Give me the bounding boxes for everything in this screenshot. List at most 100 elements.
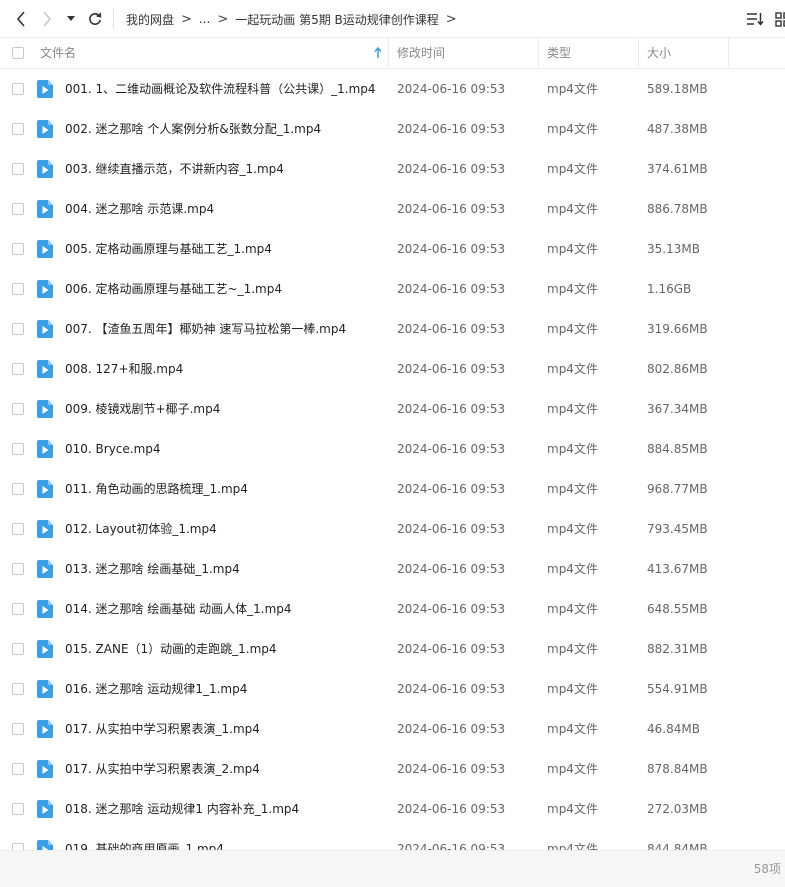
file-name[interactable]: 016. 迷之那啥 运动规律1_1.mp4 bbox=[65, 669, 247, 709]
breadcrumb-item-root[interactable]: 我的网盘 bbox=[126, 11, 174, 28]
breadcrumb-separator-icon: > bbox=[217, 11, 229, 27]
row-checkbox[interactable] bbox=[12, 763, 24, 775]
table-row[interactable]: 002. 迷之那啥 个人案例分析&张数分配_1.mp4 2024-06-16 09… bbox=[0, 109, 785, 149]
sort-ascending-icon[interactable] bbox=[374, 47, 382, 59]
column-header-name[interactable]: 文件名 bbox=[40, 38, 76, 68]
column-divider[interactable] bbox=[728, 38, 729, 68]
view-mode-button[interactable] bbox=[775, 11, 785, 30]
file-name[interactable]: 015. ZANE（1）动画的走跑跳_1.mp4 bbox=[65, 629, 277, 669]
forward-button[interactable] bbox=[37, 8, 57, 30]
file-size: 589.18MB bbox=[647, 82, 708, 96]
file-name[interactable]: 018. 迷之那啥 运动规律1 内容补充_1.mp4 bbox=[65, 789, 299, 829]
table-row[interactable]: 005. 定格动画原理与基础工艺_1.mp4 2024-06-16 09:53 mp… bbox=[0, 229, 785, 269]
file-type: mp4文件 bbox=[547, 282, 598, 296]
row-checkbox[interactable] bbox=[12, 683, 24, 695]
row-checkbox[interactable] bbox=[12, 163, 24, 175]
row-checkbox[interactable] bbox=[12, 563, 24, 575]
table-row[interactable]: 018. 迷之那啥 运动规律1 内容补充_1.mp4 2024-06-16 09:… bbox=[0, 789, 785, 829]
column-header-time[interactable]: 修改时间 bbox=[397, 38, 445, 68]
video-file-icon bbox=[37, 120, 53, 138]
table-row[interactable]: 007. 【渣鱼五周年】椰奶神 速写马拉松第一棒.mp4 2024-06-16 0… bbox=[0, 309, 785, 349]
file-name[interactable]: 006. 定格动画原理与基础工艺~_1.mp4 bbox=[65, 269, 282, 309]
row-checkbox[interactable] bbox=[12, 243, 24, 255]
row-checkbox[interactable] bbox=[12, 363, 24, 375]
table-row[interactable]: 010. Bryce.mp4 2024-06-16 09:53 mp4文件 884.8… bbox=[0, 429, 785, 469]
refresh-button[interactable] bbox=[85, 8, 105, 30]
table-row[interactable]: 012. Layout初体验_1.mp4 2024-06-16 09:53 mp4文… bbox=[0, 509, 785, 549]
file-name[interactable]: 002. 迷之那啥 个人案例分析&张数分配_1.mp4 bbox=[65, 109, 321, 149]
toolbar-divider bbox=[113, 9, 114, 29]
file-size: 884.85MB bbox=[647, 442, 708, 456]
table-row[interactable]: 011. 角色动画的思路梳理_1.mp4 2024-06-16 09:53 mp4文… bbox=[0, 469, 785, 509]
table-row[interactable]: 006. 定格动画原理与基础工艺~_1.mp4 2024-06-16 09:53 m… bbox=[0, 269, 785, 309]
file-size: 374.61MB bbox=[647, 162, 708, 176]
file-name[interactable]: 005. 定格动画原理与基础工艺_1.mp4 bbox=[65, 229, 272, 269]
file-name[interactable]: 004. 迷之那啥 示范课.mp4 bbox=[65, 189, 214, 229]
file-size: 968.77MB bbox=[647, 482, 708, 496]
row-checkbox[interactable] bbox=[12, 843, 24, 850]
table-row[interactable]: 019. 基础的商用原画_1.mp4 2024-06-16 09:53 mp4文件 8… bbox=[0, 829, 785, 850]
table-row[interactable]: 016. 迷之那啥 运动规律1_1.mp4 2024-06-16 09:53 mp4… bbox=[0, 669, 785, 709]
column-divider[interactable] bbox=[388, 38, 389, 68]
table-row[interactable]: 014. 迷之那啥 绘画基础 动画人体_1.mp4 2024-06-16 09:5… bbox=[0, 589, 785, 629]
file-name[interactable]: 003. 继续直播示范，不讲新内容_1.mp4 bbox=[65, 149, 284, 189]
row-checkbox[interactable] bbox=[12, 203, 24, 215]
file-name[interactable]: 017. 从实拍中学习积累表演_1.mp4 bbox=[65, 709, 260, 749]
row-checkbox[interactable] bbox=[12, 523, 24, 535]
file-modified-time: 2024-06-16 09:53 bbox=[397, 482, 506, 496]
row-checkbox[interactable] bbox=[12, 283, 24, 295]
file-name[interactable]: 013. 迷之那啥 绘画基础_1.mp4 bbox=[65, 549, 240, 589]
table-row[interactable]: 008. 127+和服.mp4 2024-06-16 09:53 mp4文件 802.… bbox=[0, 349, 785, 389]
file-modified-time: 2024-06-16 09:53 bbox=[397, 602, 506, 616]
row-checkbox[interactable] bbox=[12, 83, 24, 95]
table-row[interactable]: 017. 从实拍中学习积累表演_1.mp4 2024-06-16 09:53 mp4… bbox=[0, 709, 785, 749]
row-checkbox[interactable] bbox=[12, 403, 24, 415]
file-name[interactable]: 017. 从实拍中学习积累表演_2.mp4 bbox=[65, 749, 260, 789]
file-size: 878.84MB bbox=[647, 762, 708, 776]
chevron-right-icon bbox=[43, 11, 52, 27]
file-name[interactable]: 007. 【渣鱼五周年】椰奶神 速写马拉松第一棒.mp4 bbox=[65, 309, 346, 349]
back-button[interactable] bbox=[11, 8, 31, 30]
status-bar: 58项 bbox=[0, 850, 785, 887]
file-name[interactable]: 008. 127+和服.mp4 bbox=[65, 349, 183, 389]
select-all-checkbox[interactable] bbox=[12, 47, 24, 59]
file-size: 844.84MB bbox=[647, 842, 708, 850]
row-checkbox[interactable] bbox=[12, 443, 24, 455]
file-name[interactable]: 014. 迷之那啥 绘画基础 动画人体_1.mp4 bbox=[65, 589, 292, 629]
breadcrumb-item-current[interactable]: 一起玩动画 第5期 B运动规律创作课程 bbox=[235, 11, 439, 28]
file-name[interactable]: 012. Layout初体验_1.mp4 bbox=[65, 509, 217, 549]
breadcrumb-item-ellipsis[interactable]: ... bbox=[199, 12, 210, 26]
row-checkbox[interactable] bbox=[12, 323, 24, 335]
table-row[interactable]: 009. 棱镜戏剧节+椰子.mp4 2024-06-16 09:53 mp4文件 36… bbox=[0, 389, 785, 429]
file-type: mp4文件 bbox=[547, 762, 598, 776]
row-checkbox[interactable] bbox=[12, 803, 24, 815]
column-header-size[interactable]: 大小 bbox=[647, 38, 671, 68]
row-checkbox[interactable] bbox=[12, 483, 24, 495]
video-file-icon bbox=[37, 480, 53, 498]
column-header-type[interactable]: 类型 bbox=[547, 38, 571, 68]
row-checkbox[interactable] bbox=[12, 123, 24, 135]
file-type: mp4文件 bbox=[547, 642, 598, 656]
file-name[interactable]: 010. Bryce.mp4 bbox=[65, 429, 161, 469]
sort-menu-button[interactable] bbox=[746, 11, 764, 30]
file-name[interactable]: 011. 角色动画的思路梳理_1.mp4 bbox=[65, 469, 248, 509]
file-name[interactable]: 001. 1、二维动画概论及软件流程科普（公共课）_1.mp4 bbox=[65, 69, 376, 109]
row-checkbox[interactable] bbox=[12, 643, 24, 655]
history-dropdown-button[interactable] bbox=[64, 8, 78, 30]
table-row[interactable]: 001. 1、二维动画概论及软件流程科普（公共课）_1.mp4 2024-06-1… bbox=[0, 69, 785, 109]
table-row[interactable]: 003. 继续直播示范，不讲新内容_1.mp4 2024-06-16 09:53 m… bbox=[0, 149, 785, 189]
video-file-icon bbox=[37, 600, 53, 618]
column-divider[interactable] bbox=[538, 38, 539, 68]
table-row[interactable]: 004. 迷之那啥 示范课.mp4 2024-06-16 09:53 mp4文件 88… bbox=[0, 189, 785, 229]
table-row[interactable]: 013. 迷之那啥 绘画基础_1.mp4 2024-06-16 09:53 mp4文… bbox=[0, 549, 785, 589]
file-modified-time: 2024-06-16 09:53 bbox=[397, 202, 506, 216]
file-name[interactable]: 019. 基础的商用原画_1.mp4 bbox=[65, 829, 224, 850]
row-checkbox[interactable] bbox=[12, 603, 24, 615]
file-modified-time: 2024-06-16 09:53 bbox=[397, 322, 506, 336]
table-row[interactable]: 017. 从实拍中学习积累表演_2.mp4 2024-06-16 09:53 mp4… bbox=[0, 749, 785, 789]
row-checkbox[interactable] bbox=[12, 723, 24, 735]
column-divider[interactable] bbox=[638, 38, 639, 68]
file-modified-time: 2024-06-16 09:53 bbox=[397, 442, 506, 456]
table-row[interactable]: 015. ZANE（1）动画的走跑跳_1.mp4 2024-06-16 09:53… bbox=[0, 629, 785, 669]
file-name[interactable]: 009. 棱镜戏剧节+椰子.mp4 bbox=[65, 389, 220, 429]
